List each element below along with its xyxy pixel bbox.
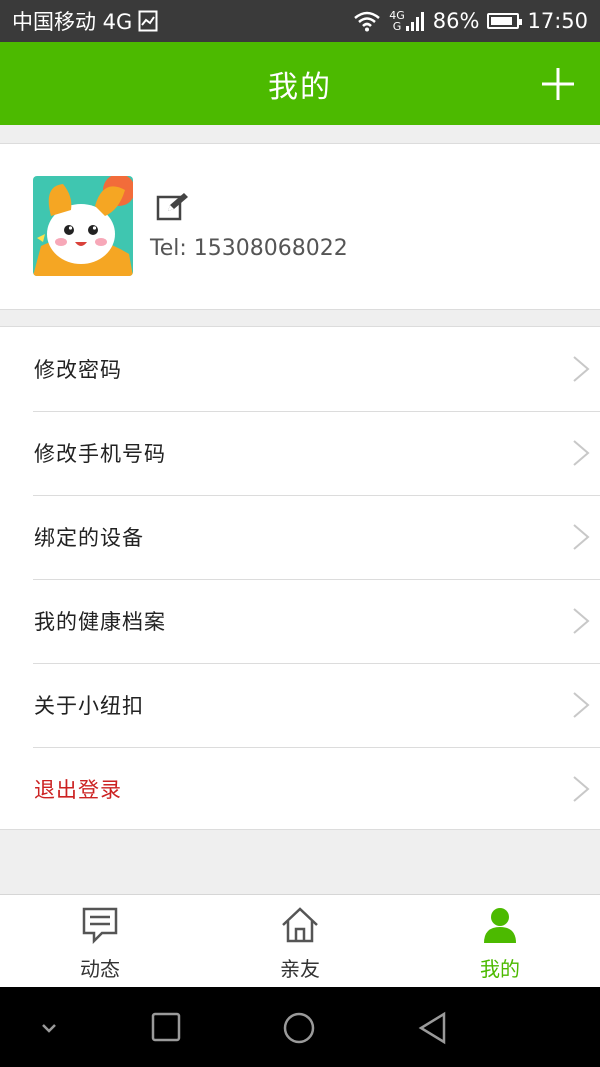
chevron-right-icon (573, 608, 590, 634)
carrier-label: 中国移动 4G (12, 10, 133, 34)
status-left: 中国移动 4G (12, 6, 158, 36)
system-hide-button[interactable] (32, 1011, 66, 1045)
nav-item-me[interactable]: 我的 (400, 895, 600, 987)
sim-card-icon (138, 10, 158, 32)
circle-icon (283, 1012, 315, 1044)
home-icon (282, 907, 318, 943)
square-icon (151, 1012, 181, 1042)
status-right: 4G G 86% 17:50 (353, 9, 588, 33)
add-button[interactable] (540, 66, 576, 102)
signal-icon: 4G G (389, 10, 425, 32)
chevron-down-icon (42, 1024, 56, 1033)
phone-number: Tel: 15308068022 (150, 236, 348, 261)
message-icon (82, 907, 118, 945)
nav-label: 动态 (80, 957, 120, 981)
clock: 17:50 (527, 9, 588, 33)
menu-item-change-phone[interactable]: 修改手机号码 (0, 411, 600, 495)
avatar-image (33, 176, 133, 276)
logout-label: 退出登录 (34, 778, 122, 802)
plus-icon (542, 68, 574, 100)
chevron-right-icon (573, 776, 590, 802)
menu-item-logout[interactable]: 退出登录 (0, 747, 600, 831)
menu-item-label: 我的健康档案 (34, 610, 166, 634)
menu-item-change-password[interactable]: 修改密码 (0, 327, 600, 411)
page-title: 我的 (268, 69, 332, 105)
chevron-right-icon (573, 440, 590, 466)
bottom-nav: 动态 亲友 我的 (0, 894, 600, 987)
nav-label-active: 我的 (480, 957, 520, 981)
nav-item-family[interactable]: 亲友 (200, 895, 400, 987)
title-bar: 我的 (0, 42, 600, 125)
chevron-right-icon (573, 356, 590, 382)
nav-label: 亲友 (280, 957, 320, 981)
net-label-bottom: G (392, 20, 402, 33)
battery-percent: 86% (432, 9, 480, 33)
edit-icon (156, 193, 188, 221)
wifi-icon (353, 10, 381, 32)
profile-card: Tel: 15308068022 (0, 143, 600, 310)
menu-item-about[interactable]: 关于小纽扣 (0, 663, 600, 747)
person-icon (484, 908, 516, 943)
menu-item-label: 修改密码 (34, 358, 122, 382)
avatar[interactable] (33, 176, 133, 276)
menu-item-label: 绑定的设备 (34, 526, 144, 550)
chevron-right-icon (573, 692, 590, 718)
menu-item-bound-devices[interactable]: 绑定的设备 (0, 495, 600, 579)
system-home-button[interactable] (282, 1011, 316, 1045)
system-nav-bar (0, 987, 600, 1067)
menu-item-health-records[interactable]: 我的健康档案 (0, 579, 600, 663)
settings-menu: 修改密码 修改手机号码 绑定的设备 我的健康档案 关于小纽扣 退出登录 (0, 326, 600, 830)
status-bar: 中国移动 4G 4G G 86% 17:50 (0, 0, 600, 42)
system-recents-button[interactable] (150, 1011, 184, 1045)
menu-item-label: 修改手机号码 (34, 442, 166, 466)
chevron-right-icon (573, 524, 590, 550)
menu-item-label: 关于小纽扣 (34, 694, 144, 718)
battery-icon (487, 13, 523, 29)
battery-fill (491, 17, 513, 25)
system-back-button[interactable] (416, 1011, 450, 1045)
edit-profile-button[interactable] (156, 191, 190, 223)
nav-item-feed[interactable]: 动态 (0, 895, 200, 987)
back-triangle-icon (418, 1011, 446, 1045)
